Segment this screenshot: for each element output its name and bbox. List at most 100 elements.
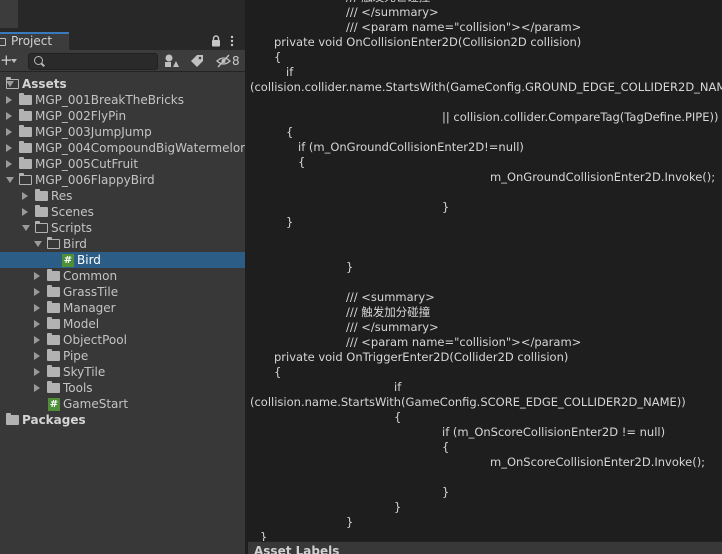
code-line: if [286,65,294,79]
tree-folder-item[interactable]: MGP_003JumpJump [0,124,245,140]
code-line: } [442,485,450,499]
tree-script-item[interactable]: # Bird [0,252,245,268]
tree-folder-item[interactable]: Pipe [0,348,245,364]
tree-item-label: Res [51,189,73,203]
hidden-packages-toggle[interactable]: 8 [216,53,244,69]
csharp-script-icon: # [48,398,60,411]
folder-icon [19,141,32,153]
code-line: { [274,365,282,379]
folder-icon [47,333,60,345]
upper-panel-strip [0,0,245,32]
expand-arrow-right-icon[interactable] [34,384,40,392]
code-line: /// </summary> [346,320,439,334]
expand-arrow-right-icon[interactable] [22,208,28,216]
tree-item-label: Bird [63,237,87,251]
tree-folder-item[interactable]: Bird [0,236,245,252]
tree-folder-item[interactable]: Res [0,188,245,204]
open-folder-icon [35,221,48,233]
tree-item-label: Packages [22,413,86,427]
label-tag-icon[interactable] [190,54,204,68]
expand-arrow-right-icon[interactable] [34,288,40,296]
folder-icon [47,365,60,377]
tree-folder-item[interactable]: ObjectPool [0,332,245,348]
expand-arrow-right-icon[interactable] [34,304,40,312]
tree-item-label: GrassTile [63,285,119,299]
code-line: { [394,410,402,424]
folder-icon [19,125,32,137]
tree-folder-item[interactable]: MGP_006FlappyBird [0,172,245,188]
project-folder-icon [0,38,6,46]
tree-folder-item[interactable]: MGP_002FlyPin [0,108,245,124]
type-filter-icon[interactable] [164,54,180,68]
code-line: } [394,500,402,514]
expand-arrow-right-icon[interactable] [34,320,40,328]
tree-script-item[interactable]: # GameStart [0,396,245,412]
tree-folder-item[interactable]: Tools [0,380,245,396]
expand-arrow-right-icon[interactable] [34,368,40,376]
tree-item-label: MGP_006FlappyBird [35,173,155,187]
tree-folder-item[interactable]: Manager [0,300,245,316]
tree-folder-item[interactable]: MGP_004CompoundBigWatermelon [0,140,248,156]
tree-item-label: Bird [77,253,101,267]
expand-arrow-right-icon[interactable] [6,96,12,104]
lock-icon[interactable] [211,35,221,47]
code-line: /// 触发加分碰撞 [346,305,431,319]
folder-icon [47,269,60,281]
folder-icon [47,317,60,329]
search-input[interactable] [47,54,155,69]
tree-item-label: GameStart [63,397,129,411]
folder-icon [47,285,60,297]
folder-icon [35,189,48,201]
folder-icon [35,205,48,217]
tree-folder-item[interactable]: Model [0,316,245,332]
expand-arrow-right-icon[interactable] [6,144,12,152]
tree-folder-item[interactable]: GrassTile [0,284,245,300]
expand-arrow-down-icon[interactable] [6,177,14,183]
code-line: if (m_OnScoreCollisionEnter2D != null) [442,425,666,439]
search-icon [34,56,43,65]
expand-arrow-right-icon[interactable] [22,192,28,200]
code-line: } [260,530,268,541]
tree-folder-item[interactable]: MGP_005CutFruit [0,156,245,172]
tree-folder-item[interactable]: Assets [0,76,245,92]
upper-panel-tab[interactable] [0,0,18,28]
code-line: { [274,50,282,64]
tree-folder-item[interactable]: MGP_001BreakTheBricks [0,92,245,108]
code-line: { [442,440,450,454]
chevron-down-icon [11,59,17,63]
folder-icon [6,413,19,425]
folder-icon [47,349,60,361]
expand-arrow-down-icon[interactable] [22,225,30,231]
folder-icon [19,93,32,105]
tree-item-label: ObjectPool [63,333,127,347]
search-box[interactable] [28,53,158,70]
expand-arrow-down-icon[interactable] [34,241,42,247]
tree-item-label: Scenes [51,205,94,219]
tree-folder-item[interactable]: Scripts [0,220,245,236]
expand-arrow-right-icon[interactable] [34,336,40,344]
open-folder-icon [19,173,32,185]
expand-arrow-right-icon[interactable] [6,160,12,168]
expand-arrow-right-icon[interactable] [6,112,12,120]
tree-item-label: MGP_005CutFruit [35,157,139,171]
tree-folder-item[interactable]: Scenes [0,204,245,220]
expand-arrow-right-icon[interactable] [34,272,40,280]
expand-arrow-right-icon[interactable] [34,352,40,360]
tab-project-label: Project [11,34,53,48]
project-window: Project + 8 Assets MGP_001BreakTheBricks… [0,0,248,554]
code-line: m_OnScoreCollisionEnter2D.Invoke(); [490,455,706,469]
asset-labels-header: Asset Labels [248,541,722,554]
kebab-menu-icon[interactable] [229,35,235,47]
tree-folder-item[interactable]: SkyTile [0,364,245,380]
code-line: || collision.collider.CompareTag(TagDefi… [442,110,719,124]
tree-folder-item[interactable]: Packages [0,412,245,428]
eye-slash-icon [216,54,231,68]
code-line: /// <param name="collision"></param> [346,335,582,349]
script-preview: /// 触发死亡碰撞/// </summary>/// <param name=… [248,0,722,541]
code-line: (collision.name.StartsWith(GameConfig.SC… [250,395,686,409]
tab-project[interactable]: Project [0,32,69,50]
tree-item-label: Manager [63,301,116,315]
tree-folder-item[interactable]: Common [0,268,245,284]
expand-arrow-right-icon[interactable] [6,128,12,136]
plus-icon[interactable]: + [0,53,20,69]
